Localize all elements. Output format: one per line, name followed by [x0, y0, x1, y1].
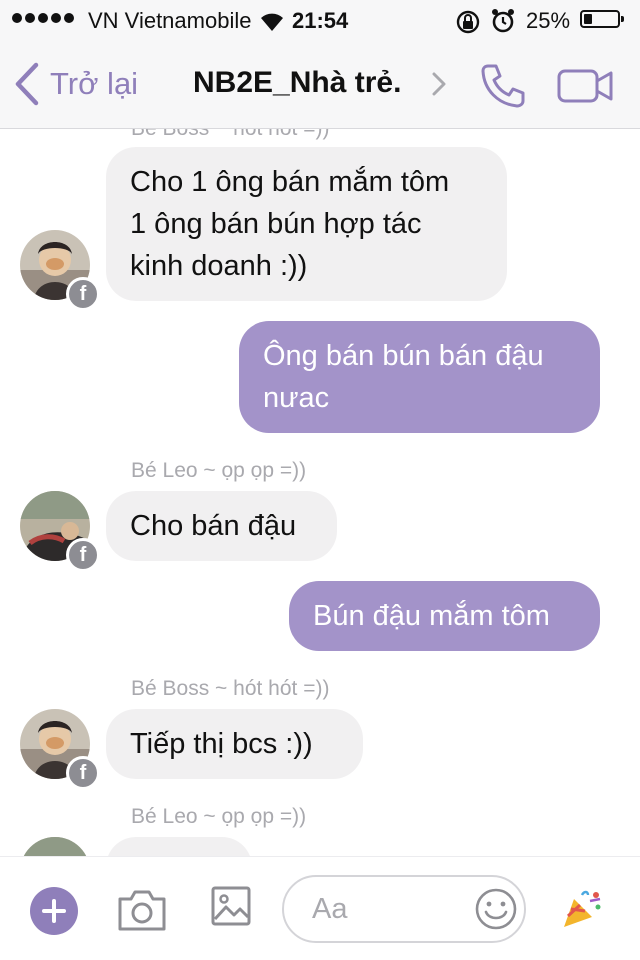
- message-line: Cho 1 ông bán mắm tôm: [130, 166, 450, 198]
- message-line: nưac: [263, 382, 330, 414]
- facebook-badge-icon: f: [66, 277, 100, 311]
- sender-name: Bé Leo ~ ọp ọp =)): [131, 459, 307, 482]
- message-line: Ông bán bún bán đậu: [263, 340, 544, 372]
- photo-gallery-icon[interactable]: [210, 885, 252, 927]
- back-button[interactable]: Trở lại: [14, 62, 138, 106]
- video-call-icon[interactable]: [556, 68, 614, 104]
- back-label: Trở lại: [50, 66, 139, 101]
- message-line: Bún đậu mắm tôm: [313, 600, 550, 632]
- sender-name: Bé Boss ~ hót hót =)): [131, 677, 330, 700]
- emoji-icon[interactable]: [474, 887, 518, 931]
- message-line: Tiếp thị bcs :)): [130, 728, 313, 760]
- party-popper-icon[interactable]: [560, 887, 604, 931]
- messenger-screen: VN Vietnamobile 21:54 25% Trở lại NB2E_N…: [0, 0, 640, 960]
- message-line: Cho bán đậu: [130, 510, 297, 542]
- battery-icon: [580, 10, 624, 28]
- incoming-message-bubble[interactable]: Tiếp thị bcs :)): [106, 709, 363, 779]
- status-bar: VN Vietnamobile 21:54 25%: [0, 0, 640, 40]
- incoming-message-bubble[interactable]: [106, 837, 252, 856]
- conversation-title[interactable]: NB2E_Nhà trẻ.: [193, 66, 423, 100]
- battery-percent: 25%: [526, 8, 571, 33]
- message-line: kinh doanh :)): [130, 250, 308, 282]
- chevron-right-icon[interactable]: [432, 72, 446, 96]
- sender-name: Bé Leo ~ ọp ọp =)): [131, 805, 307, 828]
- rotation-lock-icon: [455, 9, 481, 41]
- camera-icon[interactable]: [116, 887, 168, 933]
- facebook-badge-icon: f: [66, 538, 100, 572]
- carrier-name: VN Vietnamobile: [88, 8, 252, 33]
- add-button[interactable]: [30, 887, 78, 935]
- composer-bar: Aa: [0, 856, 640, 960]
- message-input-placeholder: Aa: [312, 893, 348, 925]
- wifi-icon: [258, 10, 286, 38]
- outgoing-message-bubble[interactable]: Bún đậu mắm tôm: [289, 581, 600, 651]
- alarm-clock-icon: [490, 8, 516, 40]
- message-input[interactable]: Aa: [282, 875, 526, 943]
- incoming-message-bubble[interactable]: Cho bán đậu: [106, 491, 337, 561]
- message-line: 1 ông bán bún hợp tác: [130, 208, 422, 240]
- message-list[interactable]: Bé Boss ~ hót hót =)) Cho 1 ông bán mắm …: [0, 129, 640, 856]
- avatar[interactable]: [20, 837, 90, 856]
- battery-level-fill: [584, 14, 592, 24]
- signal-strength-icon: [12, 13, 74, 23]
- facebook-badge-icon: f: [66, 756, 100, 790]
- chevron-left-icon: [15, 62, 39, 106]
- outgoing-message-bubble[interactable]: Ông bán bún bán đậu nưac: [239, 321, 600, 433]
- conversation-header: Trở lại NB2E_Nhà trẻ.: [0, 40, 640, 129]
- phone-call-icon[interactable]: [478, 62, 528, 108]
- sender-name: Bé Boss ~ hót hót =)): [131, 129, 329, 141]
- clock-time: 21:54: [292, 8, 349, 33]
- incoming-message-bubble[interactable]: Cho 1 ông bán mắm tôm 1 ông bán bún hợp …: [106, 147, 507, 301]
